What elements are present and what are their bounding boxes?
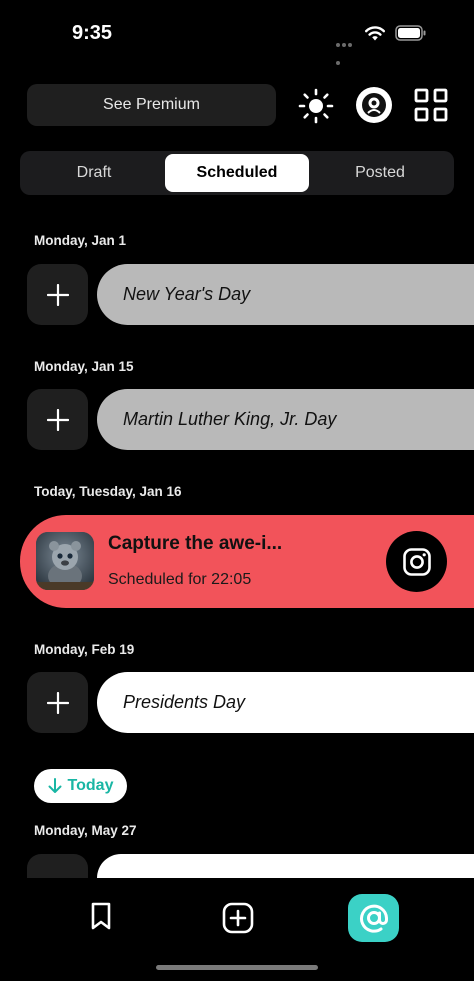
holiday-pill[interactable]: Presidents Day [97,672,474,733]
add-post-button[interactable] [27,672,88,733]
holiday-pill[interactable] [97,854,474,878]
status-time: 9:35 [72,22,113,44]
status-bar: 9:35 [0,0,474,65]
plus-icon [46,283,69,306]
day-header: Monday, Feb 19 [34,642,135,657]
tab-scheduled[interactable]: Scheduled [165,154,309,192]
bottom-nav [0,878,474,981]
status-tabs: Draft Scheduled Posted [20,151,454,195]
grid-view-icon[interactable] [414,88,448,122]
plus-icon [46,408,69,431]
add-square-icon[interactable] [222,902,254,934]
instagram-button[interactable] [386,531,447,592]
post-schedule-time: Scheduled for 22:05 [108,571,252,588]
post-title: Capture the awe-i... [108,533,283,554]
wifi-icon [365,26,385,41]
today-label: Today [67,777,114,794]
day-header: Monday, May 27 [34,823,137,838]
scheduled-post-card[interactable]: Capture the awe-i... Scheduled for 22:05 [20,515,474,608]
plus-icon [46,691,69,714]
holiday-pill[interactable]: Martin Luther King, Jr. Day [97,389,474,450]
instagram-icon [402,547,431,576]
arrow-down-icon [48,778,62,793]
day-header-today: Today, Tuesday, Jan 16 [34,484,182,499]
home-indicator [156,965,318,970]
day-header: Monday, Jan 1 [34,233,127,248]
see-premium-button[interactable]: See Premium [27,84,276,126]
add-post-button[interactable] [27,854,88,878]
add-post-button[interactable] [27,264,88,325]
jump-to-today-button[interactable]: Today [34,769,127,803]
battery-icon [395,25,426,41]
sun-icon[interactable] [298,88,334,124]
bookmark-icon[interactable] [88,902,114,930]
day-header: Monday, Jan 15 [34,359,134,374]
avatar-icon [362,93,386,117]
add-post-button[interactable] [27,389,88,450]
at-icon [359,904,388,933]
tab-draft[interactable]: Draft [24,154,164,192]
tab-posted[interactable]: Posted [310,154,450,192]
profile-avatar[interactable] [356,87,392,123]
post-thumbnail [36,532,94,590]
signal-dots-icon [336,34,358,65]
mentions-tab-button[interactable] [348,894,399,942]
holiday-pill[interactable]: New Year's Day [97,264,474,325]
